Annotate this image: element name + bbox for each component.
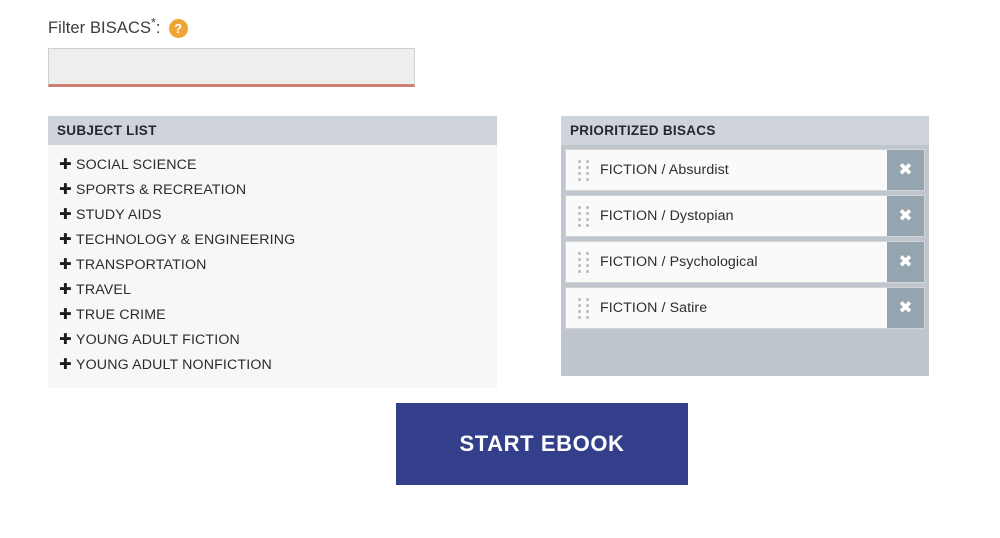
subject-list-item-label: STUDY AIDS (76, 207, 162, 223)
filter-label-text: Filter BISACS (48, 18, 152, 37)
drag-handle-icon[interactable] (566, 288, 600, 328)
bisac-selection-page: Filter BISACS*: ? SUBJECT LIST ✚ SOCIAL S… (0, 0, 1000, 538)
prioritized-bisacs-header: PRIORITIZED BISACS (561, 116, 929, 145)
prioritized-bisac-row[interactable]: FICTION / Satire ✖ (565, 287, 925, 329)
expand-plus-icon[interactable]: ✚ (59, 307, 76, 322)
subject-list-item[interactable]: ✚ TECHNOLOGY & ENGINEERING (48, 228, 497, 253)
subject-list-item-label: TRAVEL (76, 282, 132, 298)
subject-list-item[interactable]: ✚ TRANSPORTATION (48, 253, 497, 278)
prioritized-bisacs-body: FICTION / Absurdist ✖ FICTION / Dystopian ✖… (561, 145, 929, 376)
subject-list-item-label: TRUE CRIME (76, 307, 166, 323)
prioritized-bisac-row[interactable]: FICTION / Psychological ✖ (565, 241, 925, 283)
subject-list-item[interactable]: ✚ STUDY AIDS (48, 203, 497, 228)
subject-list-item[interactable]: ✚ SOCIAL SCIENCE (48, 153, 497, 178)
drag-handle-icon[interactable] (566, 242, 600, 282)
subject-list-item-label: SOCIAL SCIENCE (76, 157, 197, 173)
expand-plus-icon[interactable]: ✚ (59, 232, 76, 247)
prioritized-bisac-label: FICTION / Satire (600, 300, 708, 316)
drag-handle-icon[interactable] (566, 150, 600, 190)
subject-list-item[interactable]: ✚ TRAVEL (48, 278, 497, 303)
remove-bisac-button[interactable]: ✖ (887, 196, 924, 236)
filter-bisacs-input[interactable] (48, 48, 415, 87)
filter-label-colon: : (155, 18, 161, 37)
subject-list-item[interactable]: ✚ YOUNG ADULT FICTION (48, 328, 497, 353)
subject-list-item-label: TRANSPORTATION (76, 257, 207, 273)
remove-bisac-button[interactable]: ✖ (887, 288, 924, 328)
prioritized-bisac-row[interactable]: FICTION / Absurdist ✖ (565, 149, 925, 191)
expand-plus-icon[interactable]: ✚ (59, 357, 76, 372)
subject-list-item[interactable]: ✚ SPORTS & RECREATION (48, 178, 497, 203)
subject-list-body: ✚ SOCIAL SCIENCE ✚ SPORTS & RECREATION ✚ STUD… (48, 145, 497, 388)
subject-list-item-label: SPORTS & RECREATION (76, 182, 247, 198)
subject-list-item-label: YOUNG ADULT NONFICTION (76, 357, 272, 373)
subject-list-item[interactable]: ✚ TRUE CRIME (48, 303, 497, 328)
prioritized-bisac-label: FICTION / Absurdist (600, 162, 729, 178)
prioritized-bisacs-panel: PRIORITIZED BISACS FICTION / Absurdist ✖ F… (561, 116, 929, 376)
subject-list-item-label: YOUNG ADULT FICTION (76, 332, 240, 348)
subject-list-header: SUBJECT LIST (48, 116, 497, 145)
expand-plus-icon[interactable]: ✚ (59, 332, 76, 347)
expand-plus-icon[interactable]: ✚ (59, 282, 76, 297)
prioritized-bisac-row[interactable]: FICTION / Dystopian ✖ (565, 195, 925, 237)
expand-plus-icon[interactable]: ✚ (59, 207, 76, 222)
filter-label: Filter BISACS*: (48, 16, 161, 38)
remove-bisac-button[interactable]: ✖ (887, 150, 924, 190)
remove-bisac-button[interactable]: ✖ (887, 242, 924, 282)
filter-label-row: Filter BISACS*: ? (48, 16, 188, 40)
subject-list-panel: SUBJECT LIST ✚ SOCIAL SCIENCE ✚ SPORTS & RE… (48, 116, 497, 388)
expand-plus-icon[interactable]: ✚ (59, 157, 76, 172)
prioritized-bisac-label: FICTION / Dystopian (600, 208, 734, 224)
start-ebook-button[interactable]: START EBOOK (396, 403, 688, 485)
help-icon[interactable]: ? (168, 18, 188, 38)
subject-list-item[interactable]: ✚ YOUNG ADULT NONFICTION (48, 353, 497, 378)
prioritized-bisac-label: FICTION / Psychological (600, 254, 758, 270)
drag-handle-icon[interactable] (566, 196, 600, 236)
subject-list-item-label: TECHNOLOGY & ENGINEERING (76, 232, 296, 248)
expand-plus-icon[interactable]: ✚ (59, 257, 76, 272)
expand-plus-icon[interactable]: ✚ (59, 182, 76, 197)
